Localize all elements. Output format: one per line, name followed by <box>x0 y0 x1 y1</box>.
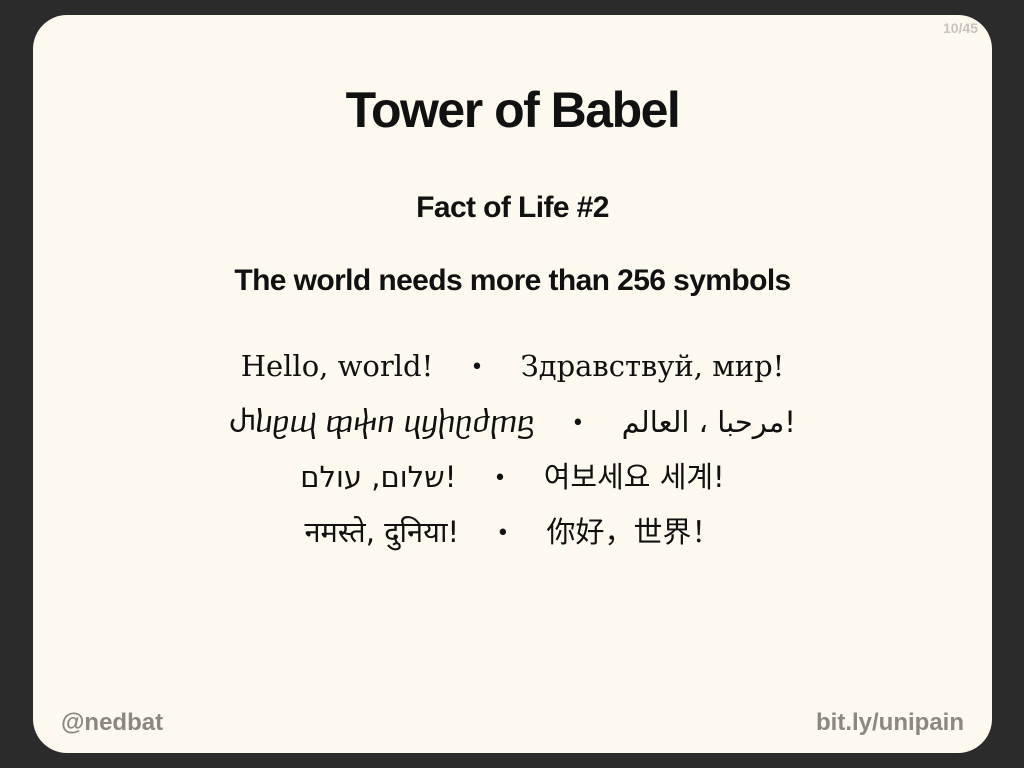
footer-short-link: bit.ly/unipain <box>816 709 964 736</box>
slide-title: Tower of Babel <box>345 82 681 138</box>
greeting-chinese: 你好，世界！ <box>546 515 721 549</box>
greeting-line-3: !שלום, עולם • 여보세요 세계! <box>33 463 992 492</box>
bullet-separator: • <box>571 411 585 436</box>
slide: 10/45 Tower of Babel Fact of Life #2 The… <box>33 15 992 753</box>
greeting-line-1: Hello, world! • Здравствуй, мир! <box>33 352 992 381</box>
greeting-arabic: !مرحبا ، العالم <box>621 405 796 439</box>
greeting-georgian: Ⴐⴑⴒⴓ ⴔⴕⴖ ⴗⴘⴙⴚⴛⴜⴝ <box>229 405 535 439</box>
greeting-line-2: Ⴐⴑⴒⴓ ⴔⴕⴖ ⴗⴘⴙⴚⴛⴜⴝ • !مرحبا ، العالم <box>33 408 992 437</box>
page-counter: 10/45 <box>942 20 978 36</box>
slide-subtitle: Fact of Life #2 <box>416 191 609 224</box>
greeting-english: Hello, world! <box>240 349 434 383</box>
bullet-separator: • <box>470 355 484 380</box>
greeting-korean: 여보세요 세계! <box>543 460 725 494</box>
slide-statement: The world needs more than 256 symbols <box>234 264 791 297</box>
greeting-hebrew: !שלום, עולם <box>300 460 457 494</box>
greeting-line-4: नमस्ते, दुनिया! • 你好，世界！ <box>33 518 992 547</box>
greeting-hindi: नमस्ते, दुनिया! <box>304 515 460 549</box>
greeting-russian: Здравствуй, мир! <box>520 349 785 383</box>
bullet-separator: • <box>493 466 507 491</box>
bullet-separator: • <box>496 521 510 546</box>
footer-author-handle: @nedbat <box>61 709 164 736</box>
